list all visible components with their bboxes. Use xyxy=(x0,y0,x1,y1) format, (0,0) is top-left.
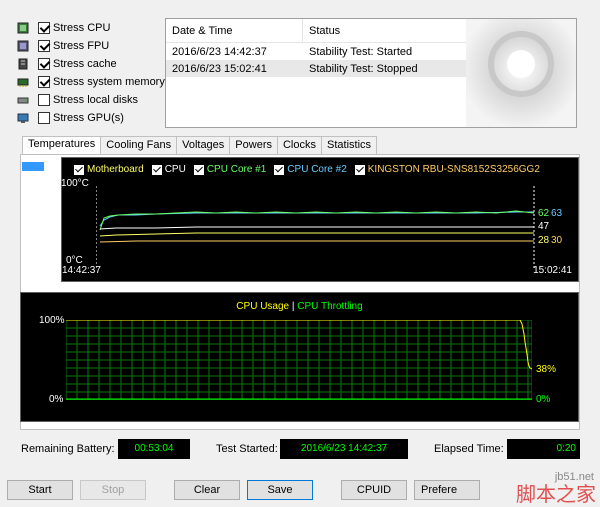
motherboard-value-label: 28 xyxy=(538,235,550,246)
preferences-button[interactable]: Prefere xyxy=(414,480,480,500)
legend-label: Motherboard xyxy=(87,164,144,175)
temperature-plot xyxy=(96,186,535,268)
cpu-graph-title: CPU Usage | CPU Throttling xyxy=(21,301,578,312)
legend-cpu[interactable]: CPU xyxy=(151,164,186,175)
cpu-y-bottom-label: 0% xyxy=(49,394,64,405)
stress-cpu-option[interactable]: Stress CPU xyxy=(16,20,110,36)
temperature-graph: Motherboard CPU CPU Core #1 CPU Core #2 … xyxy=(61,157,579,282)
log-row-datetime: 2016/6/23 14:42:37 xyxy=(172,45,267,58)
stress-cache-option[interactable]: Stress cache xyxy=(16,56,117,72)
stop-button[interactable]: Stop xyxy=(80,480,146,500)
stress-gpu-label: Stress GPU(s) xyxy=(53,112,124,124)
legend-checkbox[interactable] xyxy=(274,164,285,175)
stress-cpu-checkbox[interactable] xyxy=(38,22,50,34)
cpu-plot xyxy=(66,320,532,400)
temp-x-end-label: 15:02:41 xyxy=(533,265,572,276)
fpu-icon xyxy=(16,39,30,53)
sensor-list-selected-item[interactable] xyxy=(22,162,44,171)
temp-y-top-label: 100°C xyxy=(61,178,89,189)
cpu-usage-value-label: 38% xyxy=(536,364,557,375)
series-ssd-line xyxy=(99,240,534,243)
cpu-throttle-value-label: 0% xyxy=(536,394,551,405)
tab-clocks[interactable]: Clocks xyxy=(276,136,322,154)
log-header-datetime[interactable]: Date & Time xyxy=(166,19,303,42)
legend-label: CPU Core #1 xyxy=(206,164,267,175)
legend-cpu-core-1[interactable]: CPU Core #1 xyxy=(193,164,267,175)
series-motherboard-line xyxy=(99,232,534,237)
cpuid-button[interactable]: CPUID xyxy=(341,480,407,500)
stress-disks-label: Stress local disks xyxy=(53,94,138,106)
tab-temperatures[interactable]: Temperatures xyxy=(22,136,102,154)
elapsed-time-label: Elapsed Time: xyxy=(434,443,504,455)
log-row-datetime: 2016/6/23 15:02:41 xyxy=(172,62,267,75)
legend-checkbox[interactable] xyxy=(151,164,162,175)
stress-memory-option[interactable]: Stress system memory xyxy=(16,74,165,90)
legend-cpu-core-2[interactable]: CPU Core #2 xyxy=(274,164,347,175)
legend-motherboard[interactable]: Motherboard xyxy=(74,164,144,175)
stress-cache-label: Stress cache xyxy=(53,58,117,70)
watermark-brand: 脚本之家 xyxy=(516,482,596,506)
cpu-throttling-title: CPU Throttling xyxy=(297,301,363,312)
tab-cooling-fans[interactable]: Cooling Fans xyxy=(100,136,178,154)
cpu-icon xyxy=(16,21,30,35)
battery-value: 00:53:04 xyxy=(118,439,190,459)
stress-fpu-option[interactable]: Stress FPU xyxy=(16,38,109,54)
series-cpu-line xyxy=(99,226,534,230)
core2-value-label: 63 xyxy=(551,208,563,219)
legend-checkbox[interactable] xyxy=(193,164,204,175)
decorative-swirl-image xyxy=(466,19,576,127)
cpu-grid xyxy=(66,320,532,400)
stress-fpu-label: Stress FPU xyxy=(53,40,110,52)
legend-checkbox[interactable] xyxy=(74,164,84,175)
series-cpu-core-2-line xyxy=(99,211,534,227)
cpu-usage-title: CPU Usage xyxy=(236,301,290,312)
stress-disks-option[interactable]: Stress local disks xyxy=(16,92,138,108)
stress-memory-label: Stress system memory xyxy=(53,76,165,88)
cpu-usage-graph: CPU Usage | CPU Throttling 100% 0% 38% 0… xyxy=(20,292,579,422)
test-started-value: 2016/6/23 14:42:37 xyxy=(280,439,408,459)
test-started-label: Test Started: xyxy=(216,443,278,455)
tab-statistics[interactable]: Statistics xyxy=(321,136,378,154)
stress-cpu-label: Stress CPU xyxy=(53,22,111,34)
stress-disks-checkbox[interactable] xyxy=(38,94,50,106)
event-log-table[interactable]: Date & Time Status 2016/6/23 14:42:37 St… xyxy=(165,18,577,128)
cpu-y-top-label: 100% xyxy=(39,315,65,326)
clear-button[interactable]: Clear xyxy=(174,480,240,500)
memory-icon xyxy=(16,75,30,89)
tab-powers[interactable]: Powers xyxy=(229,136,278,154)
cpu-value-label: 47 xyxy=(538,221,550,232)
cache-icon xyxy=(16,57,30,71)
legend-label: CPU Core #2 xyxy=(287,164,347,175)
legend-ssd[interactable]: KINGSTON RBU-SNS8152S3256GG2 xyxy=(354,164,540,175)
ssd-value-label: 30 xyxy=(551,235,563,246)
legend-label: KINGSTON RBU-SNS8152S3256GG2 xyxy=(367,164,540,175)
start-button[interactable]: Start xyxy=(7,480,73,500)
stress-gpu-option[interactable]: Stress GPU(s) xyxy=(16,110,124,126)
cpu-title-separator: | xyxy=(291,301,295,312)
disk-icon xyxy=(16,93,30,107)
core1-value-label: 62 xyxy=(538,208,550,219)
stress-gpu-checkbox[interactable] xyxy=(38,112,50,124)
legend-label: CPU xyxy=(164,164,186,175)
stress-memory-checkbox[interactable] xyxy=(38,76,50,88)
temperature-legend: Motherboard CPU CPU Core #1 CPU Core #2 … xyxy=(74,164,548,175)
save-button[interactable]: Save xyxy=(247,480,313,500)
elapsed-time-value: 0:20 xyxy=(507,439,580,459)
sensor-tabs: Temperatures Cooling Fans Voltages Power… xyxy=(22,136,378,154)
stress-fpu-checkbox[interactable] xyxy=(38,40,50,52)
gpu-icon xyxy=(16,111,30,125)
tab-voltages[interactable]: Voltages xyxy=(176,136,231,154)
stress-cache-checkbox[interactable] xyxy=(38,58,50,70)
legend-checkbox[interactable] xyxy=(354,164,365,175)
battery-label: Remaining Battery: xyxy=(21,443,115,455)
